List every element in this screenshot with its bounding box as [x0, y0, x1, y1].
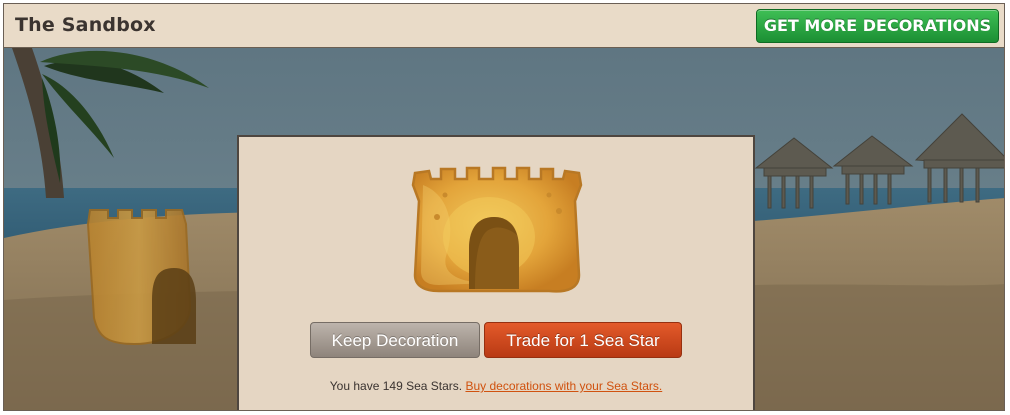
buy-decorations-link[interactable]: Buy decorations with your Sea Stars.	[465, 379, 662, 393]
balance-note: You have 149 Sea Stars. Buy decorations …	[239, 379, 753, 393]
trade-dialog: Keep Decoration Trade for 1 Sea Star You…	[237, 135, 755, 410]
beach-scene: Keep Decoration Trade for 1 Sea Star You…	[4, 48, 1004, 410]
app-window: The Sandbox GET MORE DECORATIONS Keep De…	[3, 3, 1005, 411]
sea-star-balance-text: You have 149 Sea Stars.	[329, 379, 463, 393]
top-bar: The Sandbox GET MORE DECORATIONS	[4, 4, 1004, 48]
trade-sea-star-button[interactable]: Trade for 1 Sea Star	[484, 322, 682, 358]
background-sand-castle-icon	[86, 209, 196, 346]
page-title: The Sandbox	[15, 14, 156, 36]
get-more-decorations-button[interactable]: GET MORE DECORATIONS	[756, 9, 999, 43]
sand-castle-icon	[411, 166, 583, 293]
keep-decoration-button[interactable]: Keep Decoration	[310, 322, 480, 358]
